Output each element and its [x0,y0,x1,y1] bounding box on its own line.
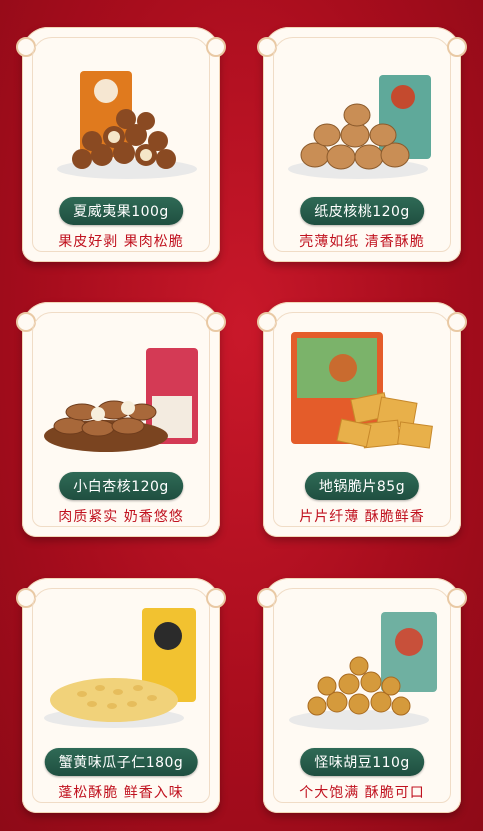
product-image-macadamia [57,71,197,179]
product-name: 纸皮核桃120g [300,197,424,225]
product-image-sunflower-seeds [44,608,196,728]
product-card[interactable]: 小白杏核120g 肉质紧实 奶香悠悠 [16,302,226,537]
product-card[interactable]: 怪味胡豆110g 个大饱满 酥脆可口 [257,578,467,813]
product-tagline: 果皮好剥 果肉松脆 [58,234,184,250]
product-card[interactable]: 蟹黄味瓜子仁180g 蓬松酥脆 鲜香入味 [16,578,226,813]
product-card[interactable]: 纸皮核桃120g 壳薄如纸 清香酥脆 [257,27,467,262]
product-card[interactable]: 夏威夷果100g 果皮好剥 果肉松脆 [16,27,226,262]
product-image-walnuts [288,75,431,179]
product-image-crispy-chips [291,332,433,449]
product-name: 夏威夷果100g [59,197,183,225]
product-tagline: 肉质紧实 奶香悠悠 [58,509,184,525]
product-name: 蟹黄味瓜子仁180g [44,748,198,776]
product-name: 小白杏核120g [59,472,183,500]
product-image-apricot-kernels [44,348,198,452]
product-image-broad-beans [289,612,437,730]
product-card[interactable]: 地锅脆片85g 片片纤薄 酥脆鲜香 [257,302,467,537]
product-tagline: 蓬松酥脆 鲜香入味 [58,785,184,801]
product-tagline: 片片纤薄 酥脆鲜香 [299,509,425,525]
product-name: 怪味胡豆110g [300,748,424,776]
product-tagline: 个大饱满 酥脆可口 [299,785,425,801]
product-tagline: 壳薄如纸 清香酥脆 [299,234,425,250]
product-name: 地锅脆片85g [304,472,420,500]
